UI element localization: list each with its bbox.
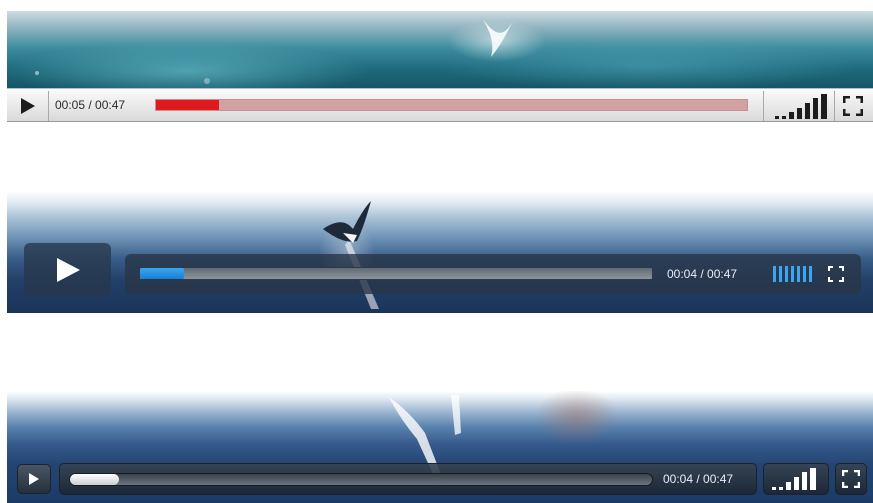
volume-bar (779, 266, 782, 282)
play-icon (56, 258, 80, 282)
video-frame[interactable] (7, 11, 873, 88)
volume-bar (809, 266, 812, 282)
play-icon (29, 473, 39, 485)
volume-control[interactable] (763, 463, 829, 495)
control-bar: 00:04 / 00:47 (59, 463, 757, 495)
big-play-button[interactable] (24, 243, 111, 297)
fullscreen-button[interactable] (840, 93, 866, 119)
volume-bar (773, 266, 776, 282)
video-player-1: 00:05 / 00:47 (7, 11, 873, 122)
play-button[interactable] (11, 93, 45, 119)
video-frame[interactable] (7, 191, 873, 313)
seek-progress (140, 268, 184, 279)
bird-splash-graphic (35, 19, 513, 84)
fullscreen-icon (843, 96, 863, 116)
volume-bars-icon (772, 468, 816, 490)
seek-bar[interactable] (139, 267, 653, 280)
volume-bar (803, 266, 806, 282)
time-display: 00:04 / 00:47 (667, 267, 738, 281)
volume-bar (785, 266, 788, 282)
seek-bar[interactable] (69, 473, 653, 486)
volume-bar (797, 266, 800, 282)
control-bar: 00:04 / 00:47 (125, 254, 861, 294)
play-icon (21, 98, 35, 114)
divider (763, 91, 764, 121)
video-player-3: 00:04 / 00:47 (7, 391, 873, 503)
play-button[interactable] (17, 464, 51, 494)
divider (48, 91, 49, 121)
time-display: 00:05 / 00:47 (55, 98, 126, 112)
seek-progress (156, 100, 220, 110)
seek-progress (70, 474, 120, 485)
volume-control[interactable] (773, 266, 815, 282)
control-bar: 00:05 / 00:47 (7, 88, 873, 122)
fullscreen-button[interactable] (835, 463, 867, 495)
volume-bars-icon (775, 94, 827, 119)
fullscreen-icon (828, 266, 844, 282)
volume-control[interactable] (773, 92, 829, 120)
fullscreen-button[interactable] (825, 263, 847, 285)
seek-bar[interactable] (155, 99, 748, 111)
fullscreen-icon (842, 470, 860, 488)
video-player-2: 00:04 / 00:47 (7, 191, 873, 313)
time-display: 00:04 / 00:47 (663, 472, 734, 486)
volume-bar (791, 266, 794, 282)
divider (834, 91, 835, 121)
